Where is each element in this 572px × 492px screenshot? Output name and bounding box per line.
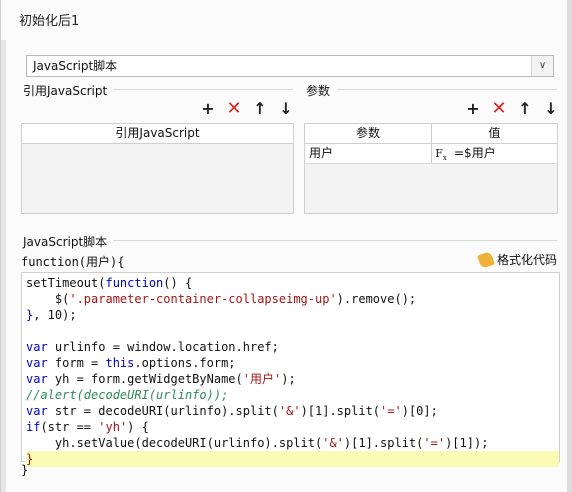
code-line: if(str == 'yh') {	[26, 420, 149, 434]
arrow-up-icon[interactable]: ↑	[251, 99, 269, 118]
arrow-down-icon[interactable]: ↓	[277, 99, 295, 118]
params-label: 参数	[306, 84, 331, 98]
format-code-button[interactable]: 格式化代码	[477, 250, 557, 269]
referenced-js-label: 引用JavaScript	[23, 84, 108, 98]
function-footer: }	[21, 463, 29, 477]
param-value-text: =$用户	[454, 146, 496, 160]
param-name-cell[interactable]: 用户	[305, 144, 432, 163]
table-row[interactable]: 用户 Fx =$用户	[305, 144, 557, 164]
format-code-label: 格式化代码	[496, 253, 557, 267]
chevron-down-icon[interactable]: ∨	[531, 56, 553, 76]
params-table-header: 参数 值	[305, 124, 557, 144]
arrow-down-icon[interactable]: ↓	[542, 99, 560, 118]
code-line: var urlinfo = window.location.href;	[26, 340, 279, 354]
column-header-param[interactable]: 参数	[305, 124, 432, 143]
code-line: var form = this.options.form;	[26, 356, 236, 370]
code-line: }, 10);	[26, 308, 77, 322]
param-value-cell[interactable]: Fx =$用户	[432, 144, 557, 163]
formula-icon[interactable]: Fx	[432, 146, 450, 162]
divider	[337, 89, 557, 90]
referenced-js-table-header: 引用JavaScript	[22, 124, 293, 144]
divider	[113, 89, 293, 90]
delete-icon[interactable]: ✕	[225, 98, 243, 119]
plus-icon[interactable]: +	[199, 99, 217, 118]
code-editor[interactable]: setTimeout(function() { $('.parameter-co…	[21, 272, 560, 467]
script-type-value: JavaScript脚本	[33, 59, 118, 73]
script-section-label: JavaScript脚本	[23, 235, 108, 249]
arrow-up-icon[interactable]: ↑	[516, 99, 534, 118]
plus-icon[interactable]: +	[464, 99, 482, 118]
right-edge	[567, 0, 572, 492]
code-line-current: }	[26, 451, 559, 467]
window-title: 初始化后1	[19, 14, 80, 29]
column-header[interactable]: 引用JavaScript	[22, 124, 293, 143]
script-type-select[interactable]: JavaScript脚本 ∨	[26, 55, 554, 77]
column-header-value[interactable]: 值	[432, 124, 557, 143]
code-line: //alert(decodeURI(urlinfo));	[26, 388, 229, 402]
left-edge	[1, 40, 6, 492]
brush-icon	[477, 250, 495, 269]
function-header: function(用户){	[21, 255, 125, 269]
params-toolbar: + ✕ ↑ ↓	[464, 98, 560, 119]
delete-icon[interactable]: ✕	[490, 98, 508, 119]
code-line: yh.setValue(decodeURI(urlinfo).split('&'…	[26, 436, 489, 450]
code-line: var yh = form.getWidgetByName('用户');	[26, 372, 296, 386]
referenced-js-table: 引用JavaScript	[21, 123, 294, 214]
dialog-window: 初始化后1 JavaScript脚本 ∨ 引用JavaScript + ✕ ↑ …	[0, 0, 572, 492]
params-table: 参数 值 用户 Fx =$用户	[304, 123, 558, 214]
code-line: $('.parameter-container-collapseimg-up')…	[26, 292, 417, 306]
referenced-js-toolbar: + ✕ ↑ ↓	[199, 98, 295, 119]
code-line: var str = decodeURI(urlinfo).split('&')[…	[26, 404, 438, 418]
divider	[113, 240, 557, 241]
code-line: setTimeout(function() {	[26, 276, 193, 290]
